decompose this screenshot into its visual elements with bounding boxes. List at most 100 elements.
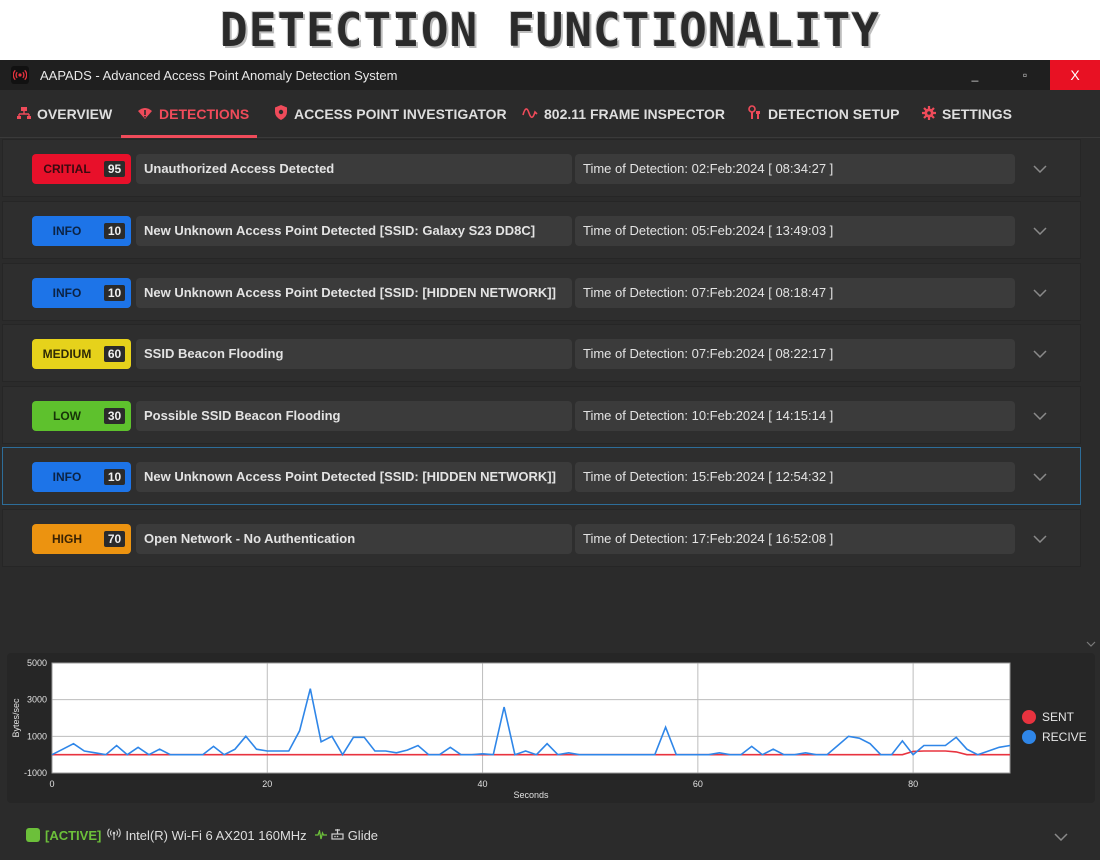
y-axis-label: Bytes/sec [11, 698, 21, 738]
detection-time: Time of Detection: 10:Feb:2024 [ 14:15:1… [575, 401, 1015, 431]
detection-time: Time of Detection: 17:Feb:2024 [ 16:52:0… [575, 524, 1015, 554]
severity-score: 10 [104, 469, 125, 485]
tab-settings-label: SETTINGS [942, 106, 1013, 122]
network-icon [17, 106, 31, 123]
status-active-label: [ACTIVE] [45, 827, 102, 843]
severity-badge: MEDIUM 60 [32, 339, 131, 369]
x-axis-label: Seconds [513, 790, 549, 800]
tab-detections[interactable]: DETECTIONS [137, 90, 249, 138]
detection-time: Time of Detection: 02:Feb:2024 [ 08:34:2… [575, 154, 1015, 184]
severity-label: LOW [53, 409, 81, 423]
detections-list: CRITIAL 95 Unauthorized Access Detected … [0, 139, 1100, 650]
status-indicator [26, 828, 40, 842]
x-tick-label: 80 [908, 779, 918, 789]
severity-label: INFO [52, 224, 82, 238]
wifi-alert-icon [137, 106, 153, 123]
legend-swatch-recive [1022, 730, 1036, 744]
detection-row[interactable]: HIGH 70 Open Network - No Authentication… [2, 509, 1081, 567]
profile-info: Glide [314, 827, 379, 843]
x-tick-label: 20 [262, 779, 272, 789]
chevron-down-icon[interactable] [1033, 530, 1047, 548]
active-tab-indicator [121, 135, 257, 138]
severity-label: HIGH [52, 532, 82, 546]
adapter-name: Intel(R) Wi-Fi 6 AX201 160MHz [125, 827, 307, 843]
severity-badge: CRITIAL 95 [32, 154, 131, 184]
tab-detection-setup-label: DETECTION SETUP [768, 106, 900, 122]
legend-label-recive: RECIVE [1042, 730, 1087, 744]
severity-score: 60 [104, 346, 125, 362]
x-tick-label: 0 [49, 779, 54, 789]
detection-title: Open Network - No Authentication [136, 524, 572, 554]
title-bar: AAPADS - Advanced Access Point Anomaly D… [0, 60, 1100, 90]
banner: DETECTION FUNCTIONALITY [0, 0, 1100, 60]
detection-row[interactable]: CRITIAL 95 Unauthorized Access Detected … [2, 139, 1081, 197]
detection-title: New Unknown Access Point Detected [SSID:… [136, 462, 572, 492]
chevron-down-icon[interactable] [1033, 345, 1047, 363]
app-logo-icon [11, 66, 29, 84]
chevron-down-icon[interactable] [1033, 407, 1047, 425]
detection-row[interactable]: LOW 30 Possible SSID Beacon Flooding Tim… [2, 386, 1081, 444]
severity-badge: INFO 10 [32, 462, 131, 492]
chevron-down-icon[interactable] [1033, 160, 1047, 178]
chevron-down-icon[interactable] [1054, 828, 1068, 846]
detection-row[interactable]: INFO 10 New Unknown Access Point Detecte… [2, 201, 1081, 259]
severity-badge: INFO 10 [32, 216, 131, 246]
x-tick-label: 40 [478, 779, 488, 789]
chevron-down-icon[interactable] [1033, 468, 1047, 486]
detection-title: Unauthorized Access Detected [136, 154, 572, 184]
tab-detection-setup[interactable]: DETECTION SETUP [748, 90, 899, 138]
signal-icon [314, 828, 327, 843]
shield-icon [274, 105, 288, 123]
severity-score: 10 [104, 285, 125, 301]
severity-score: 10 [104, 223, 125, 239]
x-tick-label: 60 [693, 779, 703, 789]
y-tick-label: 1000 [27, 731, 47, 741]
severity-score: 70 [104, 531, 125, 547]
y-tick-label: 5000 [27, 658, 47, 668]
detection-title: New Unknown Access Point Detected [SSID:… [136, 216, 572, 246]
detection-title: New Unknown Access Point Detected [SSID:… [136, 278, 572, 308]
traffic-chart-panel: -1000 1000 3000 5000 0 20 40 60 80 Seconds Bytes/s… [7, 653, 1095, 803]
legend-swatch-sent [1022, 710, 1036, 724]
tools-icon [748, 105, 762, 123]
tab-overview-label: OVERVIEW [37, 106, 113, 122]
severity-label: INFO [52, 286, 82, 300]
router-icon [331, 828, 344, 843]
tab-access-point-investigator-label: ACCESS POINT INVESTIGATOR [294, 106, 507, 122]
severity-badge: HIGH 70 [32, 524, 131, 554]
maximize-button[interactable]: ▫ [1000, 60, 1050, 90]
profile-name: Glide [347, 827, 379, 843]
wave-icon [522, 106, 538, 123]
detection-row[interactable]: INFO 10 New Unknown Access Point Detecte… [2, 447, 1081, 505]
tab-overview[interactable]: OVERVIEW [17, 90, 112, 138]
adapter-info: Intel(R) Wi-Fi 6 AX201 160MHz [107, 827, 307, 843]
detection-time: Time of Detection: 15:Feb:2024 [ 12:54:3… [575, 462, 1015, 492]
plot-area [52, 663, 1010, 773]
severity-label: INFO [52, 470, 82, 484]
banner-title: DETECTION FUNCTIONALITY [220, 3, 880, 57]
severity-score: 95 [104, 161, 125, 177]
tab-detections-label: DETECTIONS [159, 106, 250, 122]
tab-settings[interactable]: SETTINGS [922, 90, 1012, 138]
detection-title: SSID Beacon Flooding [136, 339, 572, 369]
detection-title: Possible SSID Beacon Flooding [136, 401, 572, 431]
legend-item-recive: RECIVE [1022, 727, 1087, 747]
antenna-icon [107, 827, 122, 843]
legend-item-sent: SENT [1022, 707, 1087, 727]
resize-handle-icon[interactable] [1086, 634, 1096, 652]
detection-time: Time of Detection: 07:Feb:2024 [ 08:18:4… [575, 278, 1015, 308]
chevron-down-icon[interactable] [1033, 222, 1047, 240]
detection-time: Time of Detection: 05:Feb:2024 [ 13:49:0… [575, 216, 1015, 246]
severity-badge: INFO 10 [32, 278, 131, 308]
close-button[interactable]: X [1050, 60, 1100, 90]
tab-access-point-investigator[interactable]: ACCESS POINT INVESTIGATOR [274, 90, 507, 138]
minimize-button[interactable]: _ [950, 60, 1000, 90]
detection-row[interactable]: INFO 10 New Unknown Access Point Detecte… [2, 263, 1081, 321]
detection-row[interactable]: MEDIUM 60 SSID Beacon Flooding Time of D… [2, 324, 1081, 382]
chevron-down-icon[interactable] [1033, 284, 1047, 302]
traffic-chart: -1000 1000 3000 5000 0 20 40 60 80 Seconds Bytes/s… [11, 658, 1011, 800]
window-title: AAPADS - Advanced Access Point Anomaly D… [40, 67, 398, 83]
severity-label: MEDIUM [42, 347, 92, 361]
tab-frame-inspector[interactable]: 802.11 FRAME INSPECTOR [522, 90, 725, 138]
y-tick-label: -1000 [24, 768, 47, 778]
